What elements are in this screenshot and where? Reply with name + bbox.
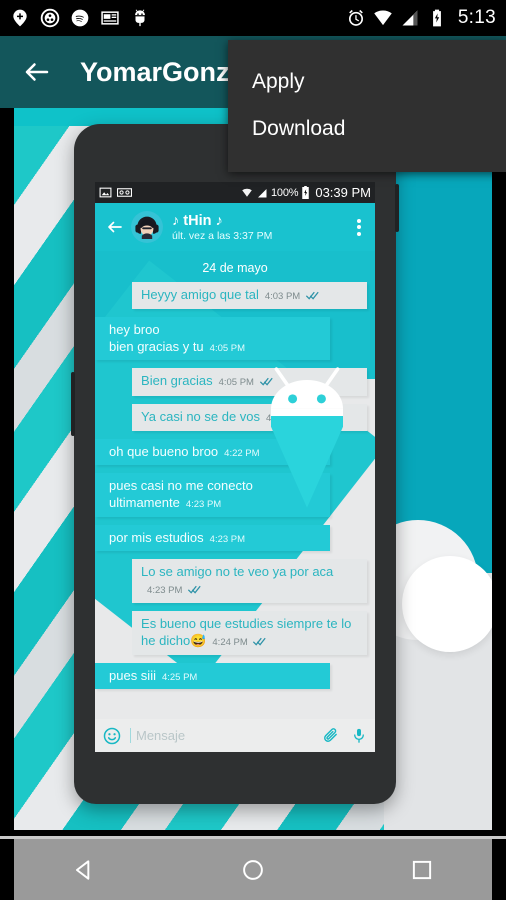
chat-bubble-out[interactable]: Es bueno que estudies siempre te lo he d… <box>132 611 367 655</box>
chat-bubble-text: por mis estudios <box>109 529 204 545</box>
chat-input-bar[interactable]: Mensaje <box>95 719 375 752</box>
chat-bubble-text: oh que bueno broo <box>109 443 219 459</box>
chat-bubble-meta: 4:03 PM <box>265 291 319 304</box>
wifi-icon <box>242 188 252 197</box>
nav-right-edge <box>492 839 506 900</box>
cell-signal-icon <box>402 10 418 26</box>
microphone-icon[interactable] <box>351 727 367 744</box>
emoji-smiley-icon[interactable] <box>103 727 121 745</box>
chat-messages: Heyyy amigo que tal 4:03 PM hey broo bien … <box>95 282 367 690</box>
inner-battery-percent: 100% <box>271 186 299 199</box>
message-input-placeholder[interactable]: Mensaje <box>130 728 322 743</box>
read-receipt-icon <box>253 637 266 650</box>
location-pin-plus-icon <box>13 9 27 27</box>
chat-bubble-meta: 4:23 PM <box>209 533 246 545</box>
chat-bubble-in[interactable]: hey broo bien gracias y tu 4:05 PM <box>95 317 330 361</box>
paperclip-icon[interactable] <box>322 727 339 744</box>
chat-bubble-meta: 4:05 PM <box>209 342 246 354</box>
phone-nav-strip <box>95 760 375 796</box>
battery-charging-icon <box>432 9 441 27</box>
chat-bubble-meta: 4:23 PM <box>147 585 201 598</box>
chat-bubble-meta: 4:06 PM <box>266 413 320 426</box>
chat-bubble-text: Heyyy amigo que tal <box>141 287 259 302</box>
chat-bubble-text: hey broo bien gracias y tu <box>109 322 204 354</box>
inner-status-notifications <box>99 186 241 199</box>
chat-bubble-out[interactable]: Lo se amigo no te veo ya por aca 4:23 PM <box>132 559 367 603</box>
wallpaper-circle-front <box>402 556 492 652</box>
spotify-icon <box>71 9 89 27</box>
chat-bubble-in[interactable]: pues siii 4:25 PM <box>95 662 330 690</box>
phone-volume-button <box>71 372 75 436</box>
phone-screen: 100% 03:39 PM ♪ tHin ♪ últ. vez a las 3:… <box>95 182 375 752</box>
chat-contact-info[interactable]: ♪ tHin ♪ últ. vez a las 3:37 PM <box>172 213 357 242</box>
nav-back-icon[interactable] <box>71 857 97 883</box>
back-arrow-icon[interactable] <box>106 218 124 236</box>
chat-bubble-text: pues siii <box>109 667 156 683</box>
overflow-menu[interactable]: Apply Download <box>228 40 506 172</box>
voicemail-icon <box>117 188 132 197</box>
chat-bubble-in[interactable]: oh que bueno broo 4:22 PM <box>95 438 330 466</box>
chat-bubble-text: Bien gracias <box>141 373 213 389</box>
menu-item-download[interactable]: Download <box>228 105 506 152</box>
nav-recents-icon[interactable] <box>409 857 435 883</box>
chat-contact-name: ♪ tHin ♪ <box>172 212 223 229</box>
chat-bubble-text: pues casi no me conecto ultimamente <box>109 478 253 510</box>
nav-left-edge <box>0 839 14 900</box>
android-bug-icon <box>135 9 145 27</box>
battery-charging-icon <box>302 186 310 199</box>
status-clock: 5:13 <box>457 7 496 28</box>
chat-bubble-meta: 4:24 PM <box>212 637 266 650</box>
inner-status-clock: 03:39 PM <box>315 185 371 200</box>
read-receipt-icon <box>305 291 319 304</box>
chat-bubble-meta: 4:23 PM <box>185 498 222 510</box>
chat-message-list[interactable]: 24 de mayo Heyyy amigo que tal 4:03 PM he… <box>95 251 375 719</box>
screen-root: 5:13 YomarGonza 100% 03:39 PM ♪ tHin ♪ ú… <box>0 0 506 900</box>
back-arrow-icon[interactable] <box>22 57 52 87</box>
chat-bubble-meta: 4:25 PM <box>161 671 198 683</box>
nav-home-icon[interactable] <box>240 857 266 883</box>
inner-status-system: 100% 03:39 PM <box>241 185 371 200</box>
chat-bubble-meta: 4:05 PM <box>219 377 273 390</box>
alarm-clock-icon <box>348 9 363 26</box>
wifi-icon <box>374 10 392 26</box>
screenshot-image-icon <box>99 187 112 198</box>
page-title: YomarGonza <box>80 56 245 87</box>
phone-mockup: 100% 03:39 PM ♪ tHin ♪ últ. vez a las 3:… <box>71 124 399 804</box>
system-nav-bar <box>0 836 506 900</box>
chat-header: ♪ tHin ♪ últ. vez a las 3:37 PM <box>95 203 375 251</box>
menu-item-apply[interactable]: Apply <box>228 58 506 105</box>
chat-bubble-text: Ya casi no se de vos <box>141 408 261 424</box>
more-vertical-icon[interactable] <box>357 216 361 238</box>
status-notification-icons <box>10 8 346 28</box>
wallpaper-teal-block <box>384 108 492 573</box>
wallpaper-preview[interactable]: 100% 03:39 PM ♪ tHin ♪ últ. vez a las 3:… <box>14 108 492 830</box>
read-receipt-icon <box>307 413 320 426</box>
chat-date-divider: 24 de mayo <box>202 261 268 275</box>
chat-bubble-text: Lo se amigo no te veo ya por aca <box>141 564 334 580</box>
news-layout-icon <box>101 11 119 25</box>
system-status-bar: 5:13 <box>0 0 506 36</box>
status-system-icons: 5:13 <box>346 7 496 29</box>
circle-dots-icon <box>40 8 60 28</box>
read-receipt-icon <box>259 377 273 390</box>
chat-bubble-out[interactable]: Ya casi no se de vos 4:06 PM <box>132 403 367 431</box>
inner-status-bar: 100% 03:39 PM <box>95 182 375 203</box>
chat-bubble-meta: 4:22 PM <box>224 447 260 459</box>
cell-signal-icon <box>258 188 267 197</box>
phone-power-button <box>395 184 399 232</box>
chat-last-seen: últ. vez a las 3:37 PM <box>172 229 273 242</box>
avatar[interactable] <box>131 211 163 243</box>
chat-bubble-in[interactable]: pues casi no me conecto ultimamente 4:23 P… <box>95 473 330 517</box>
chat-bubble-out[interactable]: Heyyy amigo que tal 4:03 PM <box>132 282 367 310</box>
chat-bubble-out[interactable]: Bien gracias 4:05 PM <box>132 368 367 396</box>
read-receipt-icon <box>188 585 201 598</box>
chat-bubble-in[interactable]: por mis estudios 4:23 PM <box>95 524 330 552</box>
